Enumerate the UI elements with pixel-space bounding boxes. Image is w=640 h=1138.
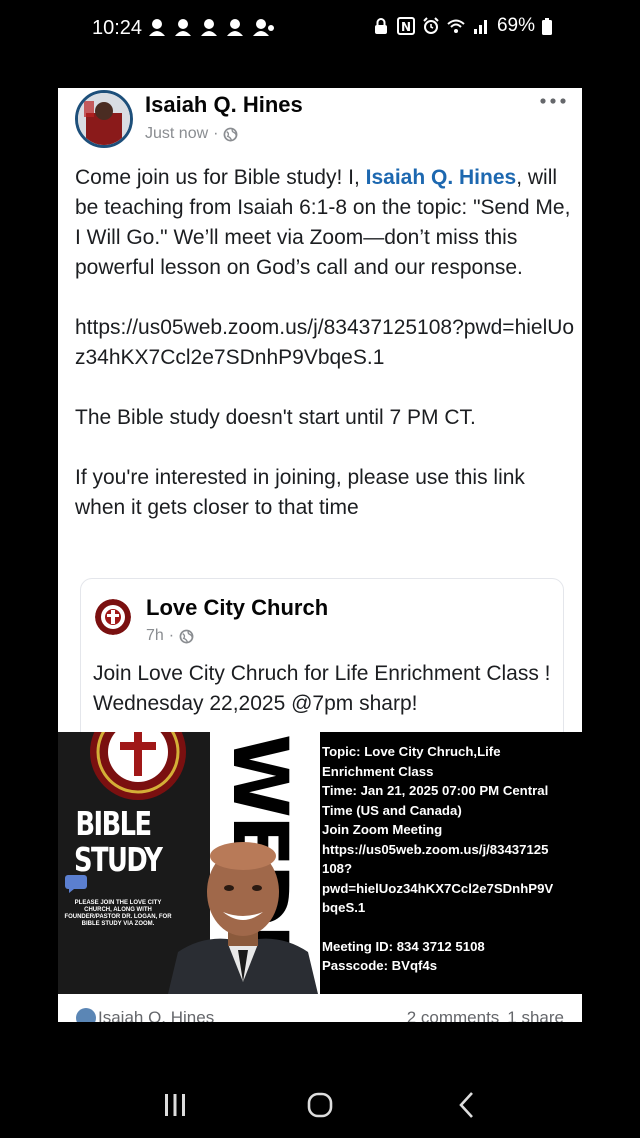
shared-post-text: Join Love City Chruch for Life Enrichmen…: [93, 662, 551, 715]
alarm-icon: [423, 17, 439, 34]
status-icons: N 69%: [372, 15, 552, 37]
status-bar: 10:24 N 69%: [0, 0, 640, 58]
author-photo: [78, 93, 130, 145]
nfc-icon: N: [396, 17, 415, 35]
status-time: 10:24: [92, 17, 143, 39]
footer-avatar[interactable]: [76, 1008, 96, 1022]
globe-icon: [179, 629, 194, 643]
svg-text:N: N: [401, 20, 411, 34]
back-icon[interactable]: [450, 1090, 486, 1120]
recent-apps-icon[interactable]: [157, 1090, 193, 1120]
shared-post-meta: 7h ·: [146, 627, 194, 645]
shared-post-time[interactable]: 7h: [146, 627, 164, 645]
shared-post[interactable]: Love City Church 7h · Join Love City Chr…: [80, 578, 564, 732]
home-icon[interactable]: [302, 1090, 338, 1120]
shares-count[interactable]: 1 share: [507, 1008, 564, 1022]
more-notifications-dot: [268, 25, 274, 31]
engagement-stats: 2 comments 1 share: [407, 1008, 564, 1022]
zoom-details: Topic: Love City Chruch,Life Enrichment …: [322, 742, 580, 976]
author-avatar[interactable]: [75, 90, 133, 148]
meta-separator: ·: [213, 125, 219, 142]
pastor-photo: [168, 842, 318, 994]
notification-icon: [227, 19, 243, 36]
join-note: If you're interested in joining, please …: [75, 466, 525, 519]
notification-icon: [149, 19, 165, 36]
post-body: Come join us for Bible study! I, Isaiah …: [75, 163, 575, 553]
author-mention[interactable]: Isaiah Q. Hines: [366, 166, 517, 189]
meta-separator: ·: [168, 627, 175, 644]
wifi-icon: [447, 19, 465, 33]
notification-icon: [175, 19, 191, 36]
notification-icon: [201, 19, 217, 36]
passcode: Passcode: BVqf4s: [322, 958, 438, 973]
post-paragraph-intro: Come join us for Bible study! I, Isaiah …: [75, 166, 571, 279]
zoom-details-panel: Topic: Love City Chruch,Life Enrichment …: [320, 732, 582, 994]
footer-author-name[interactable]: Isaiah Q. Hines: [98, 1008, 214, 1022]
chat-icon: [65, 875, 87, 893]
post-card: Isaiah Q. Hines Just now · Come join us …: [58, 88, 582, 732]
battery-level: 69%: [496, 15, 535, 36]
lock-icon: [374, 18, 387, 34]
comments-count[interactable]: 2 comments: [407, 1008, 500, 1022]
post-footer: Isaiah Q. Hines 2 comments 1 share: [58, 994, 582, 1022]
church-logo: [95, 599, 131, 635]
battery-icon: [542, 17, 552, 35]
zoom-link[interactable]: https://us05web.zoom.us/j/83437125108?pw…: [75, 313, 575, 373]
notification-icons: [146, 18, 272, 38]
more-options-icon[interactable]: [538, 96, 568, 106]
flyer-invite-text: PLEASE JOIN THE LOVE CITY CHURCH, ALONG …: [64, 900, 172, 927]
flyer-image[interactable]: BIBLE STUDY PLEASE JOIN THE LOVE CITY CH…: [58, 732, 582, 994]
start-note: The Bible study doesn't start until 7 PM…: [75, 406, 476, 429]
globe-icon: [224, 127, 238, 141]
church-seal-icon: [90, 732, 186, 800]
navigation-bar: [0, 1070, 640, 1138]
author-name[interactable]: Isaiah Q. Hines: [145, 92, 303, 118]
post-time[interactable]: Just now: [145, 125, 208, 143]
bible-study-heading: BIBLE STUDY: [74, 804, 163, 879]
meeting-id: Meeting ID: 834 3712 5108: [322, 938, 485, 954]
post-meta: Just now ·: [145, 125, 238, 143]
signal-icon: [473, 20, 487, 34]
shared-author-name[interactable]: Love City Church: [146, 595, 328, 621]
church-avatar[interactable]: [95, 599, 131, 635]
